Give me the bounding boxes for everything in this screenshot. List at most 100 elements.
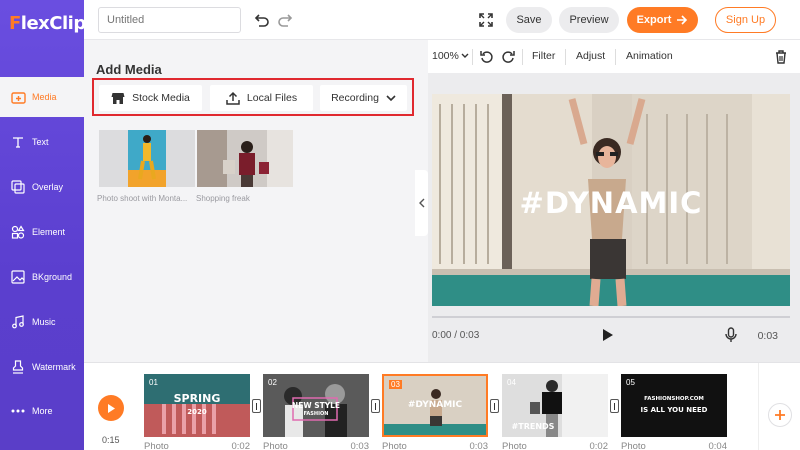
store-icon <box>111 92 125 104</box>
arrow-right-icon <box>676 15 688 25</box>
fullscreen-icon[interactable] <box>476 10 496 30</box>
plus-icon <box>775 410 785 420</box>
microphone-icon[interactable] <box>721 325 741 345</box>
timeline-clip[interactable]: 02 NEW STYLE FASHION <box>263 374 369 437</box>
media-thumbnail[interactable] <box>99 130 195 187</box>
sidebar-item-label: BKground <box>32 272 73 282</box>
tab-label: Recording <box>331 92 379 104</box>
clip-footer: Photo 0:02 <box>502 441 608 450</box>
media-source-tabs: Stock Media Local Files Recording <box>92 78 414 116</box>
clip-subtitle: IS ALL YOU NEED <box>640 406 708 414</box>
clip-title: #TRENDS <box>511 422 555 431</box>
media-panel: Add Media Stock Media Local Files Record… <box>84 40 417 362</box>
rotate-left-icon[interactable] <box>477 47 497 67</box>
undo-icon[interactable] <box>251 10 271 30</box>
element-icon <box>10 224 26 240</box>
rotate-right-icon[interactable] <box>498 47 518 67</box>
clip-duration: 0:03 <box>469 441 489 450</box>
timeline-clip[interactable]: 04 #TRENDS <box>502 374 608 437</box>
clip-footer: Photo 0:04 <box>621 441 727 450</box>
clip-subtitle: 2020 <box>187 408 207 416</box>
sidebar-item-bkground[interactable]: BKground <box>0 257 84 297</box>
media-icon <box>10 89 26 105</box>
save-button[interactable]: Save <box>506 7 552 33</box>
tab-label: Stock Media <box>132 92 190 104</box>
zoom-select[interactable]: 100% <box>432 50 469 62</box>
clip-footer: Photo 0:03 <box>263 441 369 450</box>
clip-footer: Photo 0:02 <box>144 441 250 450</box>
clip-type: Photo <box>382 441 407 450</box>
clip-number: 04 <box>507 378 516 387</box>
tab-recording[interactable]: Recording <box>320 85 407 111</box>
timeline-clip[interactable]: 05 FASHIONSHOP.COM IS ALL YOU NEED <box>621 374 727 437</box>
chevron-down-icon <box>386 94 396 101</box>
chevron-left-icon <box>418 198 424 208</box>
sidebar-item-more[interactable]: More <box>0 391 84 431</box>
clip-type: Photo <box>263 441 288 450</box>
clip-number: 01 <box>149 378 158 387</box>
preview-toolbar: 100% Filter Adjust Animation <box>428 40 800 74</box>
clip-title: #DYNAMIC <box>407 400 463 410</box>
clip-title: FASHIONSHOP.COM <box>644 396 704 402</box>
redo-icon[interactable] <box>276 10 296 30</box>
transition-handle[interactable] <box>610 399 619 413</box>
current-time: 0:00 / 0:03 <box>432 330 480 341</box>
overlay-icon <box>10 179 26 195</box>
transition-handle[interactable] <box>490 399 499 413</box>
preview-stage: #DYNAMIC 0:00 / 0:03 0:03 <box>428 74 800 362</box>
chevron-down-icon <box>461 53 469 58</box>
background-icon <box>10 269 26 285</box>
filter-button[interactable]: Filter <box>532 50 555 62</box>
sidebar-item-watermark[interactable]: Watermark <box>0 347 84 387</box>
zoom-value: 100% <box>432 50 459 62</box>
tab-stock-media[interactable]: Stock Media <box>99 85 202 111</box>
animation-button[interactable]: Animation <box>626 50 673 62</box>
logo-text: FlexClip <box>9 12 86 34</box>
media-thumbnail[interactable] <box>197 130 293 187</box>
preview-label: Preview <box>569 14 609 26</box>
adjust-button[interactable]: Adjust <box>576 50 605 62</box>
tab-local-files[interactable]: Local Files <box>210 85 313 111</box>
preview-button[interactable]: Preview <box>559 7 619 33</box>
sign-up-button[interactable]: Sign Up <box>715 7 776 33</box>
total-duration: 0:03 <box>757 330 778 342</box>
export-button[interactable]: Export <box>627 7 698 33</box>
tab-label: Local Files <box>246 92 298 104</box>
sidebar-item-label: Music <box>32 317 56 327</box>
clip-number: 02 <box>268 378 277 387</box>
project-title-input[interactable] <box>98 7 241 33</box>
media-caption: Photo shoot with Monta... <box>97 194 188 203</box>
sidebar-item-text[interactable]: Text <box>0 122 84 162</box>
clip-type: Photo <box>621 441 646 450</box>
clip-number: 03 <box>389 380 402 389</box>
clip-duration: 0:03 <box>350 441 370 450</box>
video-canvas[interactable]: #DYNAMIC <box>432 94 790 306</box>
playback-progress-bar[interactable] <box>432 316 790 318</box>
transition-handle[interactable] <box>371 399 380 413</box>
more-icon <box>10 403 26 419</box>
clip-number: 05 <box>626 378 635 387</box>
sidebar-item-label: More <box>32 406 53 416</box>
media-caption: Shopping freak <box>196 194 250 203</box>
sidebar-item-label: Text <box>32 137 49 147</box>
sidebar-item-overlay[interactable]: Overlay <box>0 167 84 207</box>
timeline: 0:15 01 SPRING 2020 Photo 0:02 02 NEW ST… <box>84 362 800 450</box>
transition-handle[interactable] <box>252 399 261 413</box>
sidebar-item-element[interactable]: Element <box>0 212 84 252</box>
logo-f-mark: F <box>9 12 21 34</box>
trash-icon[interactable] <box>771 47 791 67</box>
flexclip-logo[interactable]: FlexClip <box>9 10 86 36</box>
clip-subtitle: FASHION <box>303 411 329 417</box>
timeline-clip-selected[interactable]: 03 #DYNAMIC <box>382 374 488 437</box>
collapse-panel-handle[interactable] <box>415 170 428 236</box>
add-clip-button[interactable] <box>768 403 792 427</box>
sidebar-item-label: Watermark <box>32 362 76 372</box>
play-icon[interactable] <box>598 325 618 345</box>
sidebar-item-media[interactable]: Media <box>0 77 84 117</box>
sidebar-item-music[interactable]: Music <box>0 302 84 342</box>
sidebar-item-label: Element <box>32 227 66 237</box>
overlay-text[interactable]: #DYNAMIC <box>432 186 790 220</box>
timeline-play-button[interactable] <box>98 395 124 421</box>
timeline-clip[interactable]: 01 SPRING 2020 <box>144 374 250 437</box>
top-bar: Save Preview Export Sign Up <box>84 0 800 40</box>
